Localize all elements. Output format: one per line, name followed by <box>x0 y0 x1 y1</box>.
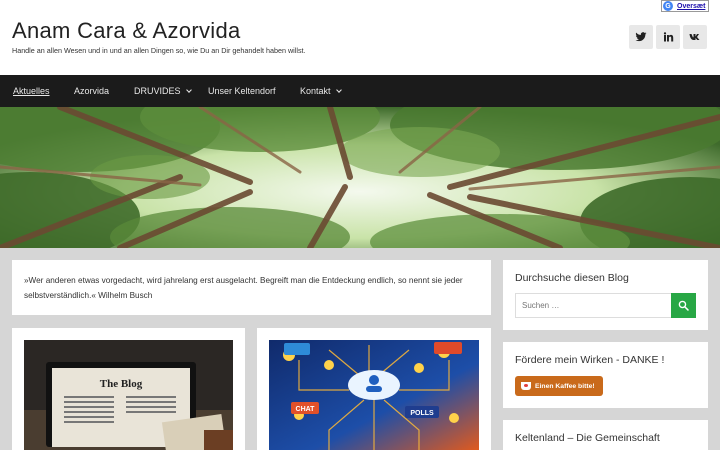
search-icon <box>678 300 689 311</box>
nav-item-label: Aktuelles <box>13 86 50 96</box>
quote-text: »Wer anderen etwas vorgedacht, wird jahr… <box>24 276 463 300</box>
nav-item-druvides[interactable]: DRUVIDES <box>134 75 192 107</box>
nav-item-label: DRUVIDES <box>134 86 181 96</box>
widget-title: Fördere mein Wirken - DANKE ! <box>515 354 665 366</box>
thumbnail-title: The Blog <box>100 378 143 390</box>
site-title[interactable]: Anam Cara & Azorvida <box>12 18 241 44</box>
post-thumbnail[interactable]: The Blog <box>24 340 233 450</box>
widget-title: Durchsuche diesen Blog <box>515 272 629 284</box>
nav-item-label: Azorvida <box>74 86 110 96</box>
donation-widget: Fördere mein Wirken - DANKE ! Einen Kaff… <box>503 342 708 408</box>
nav-item-azorvida[interactable]: Azorvida <box>74 75 109 107</box>
nav-item-keltendorf[interactable]: Unser Keltendorf <box>208 75 276 107</box>
thumbnail-polls-label: POLLS <box>410 410 434 417</box>
twitter-icon <box>635 32 647 42</box>
thumbnail-chat-label: CHAT <box>296 406 316 413</box>
chevron-down-icon <box>185 86 192 93</box>
main-navigation: Aktuelles Azorvida DRUVIDES Unser Kelten… <box>0 75 720 107</box>
search-button[interactable] <box>671 293 696 318</box>
community-widget: Keltenland – Die Gemeinschaft <box>503 420 708 450</box>
translate-link[interactable]: Oversæt <box>677 3 705 10</box>
post-thumbnail[interactable]: CHAT POLLS <box>269 340 479 450</box>
nav-item-label: Kontakt <box>300 86 331 96</box>
search-widget: Durchsuche diesen Blog <box>503 260 708 330</box>
translate-widget[interactable]: G Oversæt <box>661 0 709 12</box>
nav-item-aktuelles[interactable]: Aktuelles <box>13 75 50 107</box>
linkedin-icon <box>663 32 674 42</box>
coffee-cup-icon <box>521 382 531 390</box>
nav-item-kontakt[interactable]: Kontakt <box>300 75 342 107</box>
vk-link[interactable] <box>683 25 707 49</box>
site-tagline: Handle an allen Wesen und in und an alle… <box>12 46 306 55</box>
site-header: Anam Cara & Azorvida Handle an allen Wes… <box>0 0 720 75</box>
google-icon: G <box>663 1 673 11</box>
widget-title: Keltenland – Die Gemeinschaft <box>515 432 660 444</box>
search-input[interactable] <box>515 293 672 318</box>
twitter-link[interactable] <box>629 25 653 49</box>
post-card[interactable]: The Blog <box>12 328 245 450</box>
buy-coffee-label: Einen Kaffee bitte! <box>535 382 595 390</box>
buy-coffee-button[interactable]: Einen Kaffee bitte! <box>515 376 603 396</box>
vk-icon <box>689 34 700 40</box>
header-image <box>0 107 720 248</box>
chevron-down-icon <box>335 86 342 93</box>
linkedin-link[interactable] <box>656 25 680 49</box>
post-card[interactable]: CHAT POLLS <box>257 328 491 450</box>
nav-item-label: Unser Keltendorf <box>208 86 276 96</box>
quote-box: »Wer anderen etwas vorgedacht, wird jahr… <box>12 260 491 315</box>
